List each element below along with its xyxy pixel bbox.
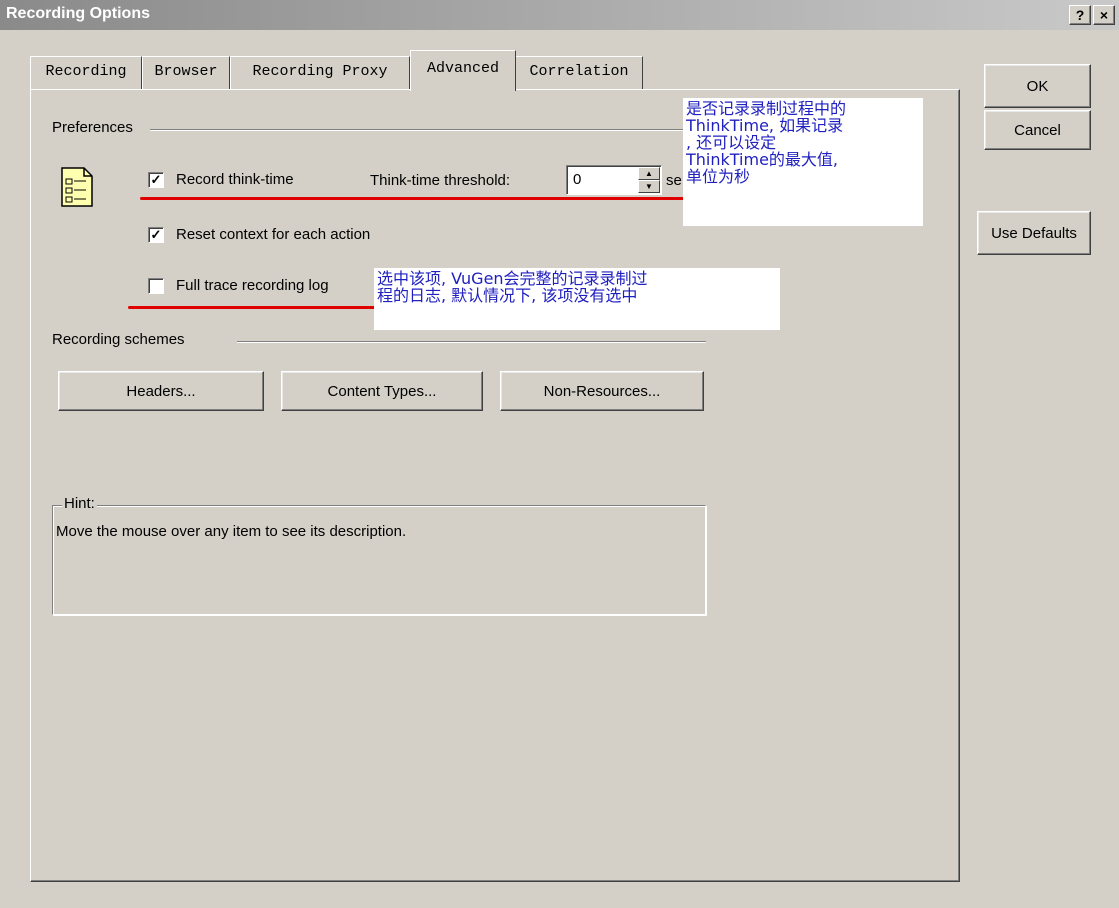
think-time-threshold-label: Think-time threshold: — [370, 172, 511, 189]
headers-button-label: Headers... — [126, 382, 196, 400]
hint-box — [52, 505, 706, 615]
full-trace-underline — [128, 306, 378, 309]
cancel-button[interactable]: Cancel — [984, 110, 1091, 150]
spin-up-icon[interactable]: ▲ — [638, 167, 660, 180]
headers-button[interactable]: Headers... — [58, 371, 264, 411]
tab-label: Advanced — [426, 60, 499, 77]
recording-schemes-group-label: Recording schemes — [48, 331, 189, 348]
non-resources-button[interactable]: Non-Resources... — [500, 371, 704, 411]
record-think-time-label: Record think-time — [176, 171, 294, 188]
preferences-group-label: Preferences — [48, 119, 137, 136]
threshold-spinner[interactable]: ▲ ▼ — [638, 167, 660, 193]
ok-button[interactable]: OK — [984, 64, 1091, 108]
tab-label: Recording — [45, 63, 127, 80]
reset-context-checkbox[interactable]: ✓ — [148, 226, 164, 243]
help-button[interactable]: ? — [1069, 5, 1091, 25]
record-think-time-row[interactable]: ✓ Record think-time — [148, 171, 294, 188]
content-types-button[interactable]: Content Types... — [281, 371, 483, 411]
think-time-underline — [140, 197, 685, 200]
record-think-time-checkbox[interactable]: ✓ — [148, 171, 164, 188]
hint-legend: Hint: — [62, 495, 97, 512]
tab-label: Browser — [154, 63, 218, 80]
tab-label: Recording Proxy — [252, 63, 388, 80]
close-button[interactable]: × — [1093, 5, 1115, 25]
close-icon: × — [1099, 7, 1109, 23]
use-defaults-button-label: Use Defaults — [991, 224, 1077, 242]
full-trace-row[interactable]: Full trace recording log — [148, 277, 329, 294]
window-title: Recording Options — [6, 5, 150, 22]
cancel-button-label: Cancel — [1014, 121, 1061, 139]
recording-schemes-divider — [237, 341, 706, 343]
tab-correlation[interactable]: Correlation — [515, 56, 643, 90]
ok-button-label: OK — [1026, 77, 1049, 95]
spin-down-icon[interactable]: ▼ — [638, 180, 660, 193]
tab-recording-proxy[interactable]: Recording Proxy — [230, 56, 410, 90]
non-resources-button-label: Non-Resources... — [543, 382, 661, 400]
tab-label: Correlation — [529, 63, 629, 80]
reset-context-label: Reset context for each action — [176, 226, 371, 243]
full-trace-checkbox[interactable] — [148, 277, 164, 294]
hint-text: Move the mouse over any item to see its … — [56, 523, 407, 540]
tab-advanced[interactable]: Advanced — [410, 50, 516, 91]
threshold-unit-label: se — [666, 172, 682, 189]
full-trace-label: Full trace recording log — [176, 277, 329, 294]
use-defaults-button[interactable]: Use Defaults — [977, 211, 1091, 255]
think-time-annotation: 是否记录录制过程中的 ThinkTime, 如果记录 , 还可以设定 Think… — [683, 98, 923, 226]
help-icon: ? — [1075, 7, 1085, 23]
threshold-value: 0 — [573, 171, 582, 188]
document-settings-icon — [61, 167, 93, 207]
preferences-divider — [150, 129, 706, 131]
content-types-button-label: Content Types... — [327, 382, 437, 400]
title-bar[interactable]: Recording Options ? × — [0, 0, 1119, 30]
tab-recording[interactable]: Recording — [30, 56, 142, 90]
reset-context-row[interactable]: ✓ Reset context for each action — [148, 226, 370, 243]
recording-options-dialog: Recording Options ? × Recording Browser … — [0, 0, 1119, 908]
think-time-threshold-input[interactable]: 0 ▲ ▼ — [566, 165, 662, 195]
trace-annotation: 选中该项, VuGen会完整的记录录制过 程的日志, 默认情况下, 该项没有选中 — [374, 268, 780, 330]
tab-browser[interactable]: Browser — [142, 56, 230, 90]
